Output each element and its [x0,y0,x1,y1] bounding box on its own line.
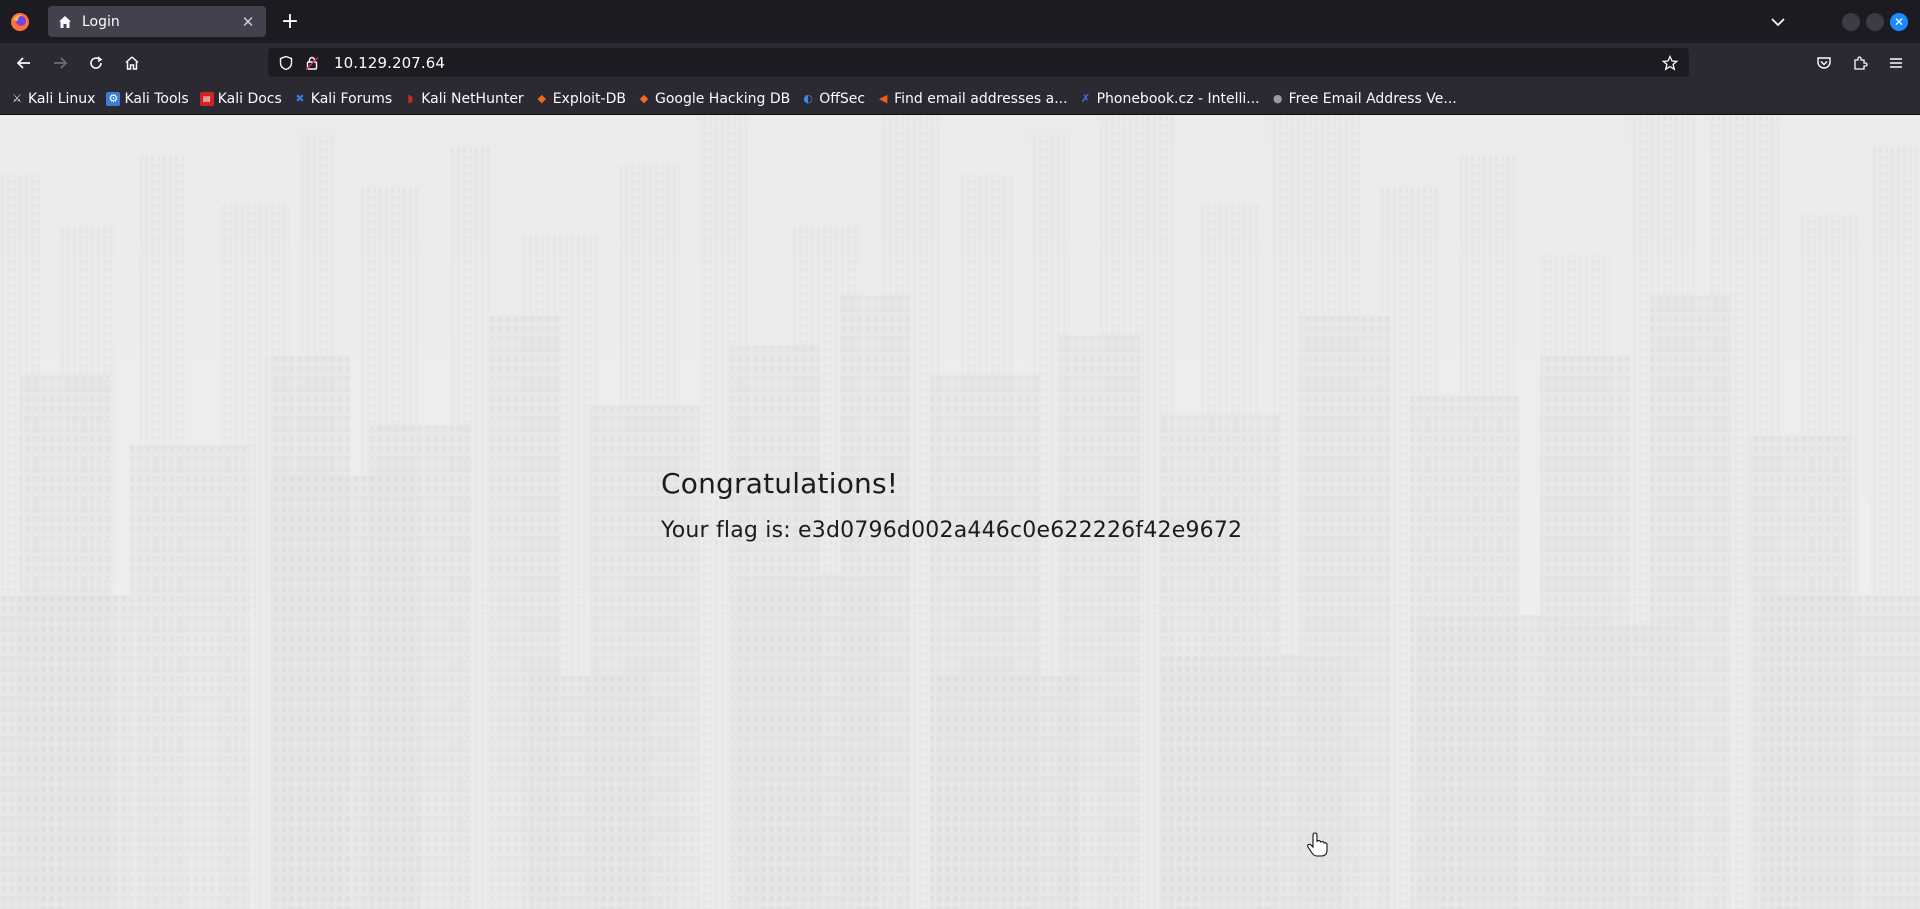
pocket-icon[interactable] [1811,50,1837,76]
navigation-toolbar: 10.129.207.64 [0,43,1920,83]
nethunter-icon: ◗ [407,92,414,105]
bookmark-find-email[interactable]: ◀ Find email addresses a... [876,90,1068,107]
tracking-shield-icon[interactable] [276,53,296,73]
minimize-window-button[interactable] [1842,13,1860,31]
bookmark-kali-forums[interactable]: ✖ Kali Forums [293,91,392,107]
bookmark-label: Find email addresses a... [894,90,1068,107]
exploit-db-icon: ◆ [537,92,546,105]
bookmark-label: Kali Tools [124,90,189,107]
url-text[interactable]: 10.129.207.64 [334,54,445,72]
bookmark-label: Google Hacking DB [654,90,791,107]
close-tab-icon[interactable]: ✕ [238,12,258,32]
kali-forums-icon: ✖ [295,92,305,105]
address-bar[interactable]: 10.129.207.64 [268,48,1689,77]
maximize-window-button[interactable] [1866,13,1884,31]
flag-label: Your flag is: [661,518,791,543]
bookmark-label: Kali Linux [28,90,96,107]
hamburger-menu-icon[interactable] [1883,50,1909,76]
tab-login[interactable]: Login ✕ [48,6,266,37]
bookmark-label: Kali Docs [217,90,282,107]
forward-arrow-icon[interactable] [47,50,73,76]
reload-icon[interactable] [83,50,109,76]
kali-docs-icon: ▤ [199,91,214,106]
hand-cursor-icon [1307,832,1328,857]
flag-value: e3d0796d002a446c0e622226f42e9672 [798,518,1243,543]
bookmark-offsec[interactable]: ◐ OffSec [801,91,865,107]
firefox-logo-icon[interactable] [8,11,32,33]
tab-title: Login [82,13,120,30]
flag-line: Your flag is: e3d0796d002a446c0e622226f4… [661,518,1242,543]
tab-list-chevron-icon[interactable] [1766,10,1790,34]
bookmark-label: Exploit-DB [552,90,626,107]
bookmark-label: Phonebook.cz - Intelli... [1096,90,1260,107]
bookmark-label: Kali NetHunter [421,90,524,107]
bookmark-kali-tools[interactable]: ⚙ Kali Tools [106,90,189,107]
phonebook-icon: ✗ [1080,92,1091,105]
bookmark-label: Free Email Address Ve... [1288,90,1457,107]
kali-tools-icon: ⚙ [106,91,121,106]
insecure-lock-icon[interactable] [302,53,322,73]
bookmark-label: OffSec [819,90,866,107]
success-message: Congratulations! Your flag is: e3d0796d0… [661,467,1242,543]
page-viewport: Congratulations! Your flag is: e3d0796d0… [0,115,1920,909]
new-tab-button[interactable]: + [278,10,302,34]
bookmark-label: Kali Forums [310,90,393,107]
page-title: Congratulations! [661,467,899,500]
bookmark-phonebook[interactable]: ✗ Phonebook.cz - Intelli... [1079,91,1260,107]
bookmarks-toolbar: ⚔ Kali Linux ⚙ Kali Tools ▤ Kali Docs ✖ … [0,83,1920,115]
email-verifier-icon: ● [1272,92,1283,105]
bookmark-exploit-db[interactable]: ◆ Exploit-DB [535,91,626,107]
offsec-icon: ◐ [803,92,813,105]
bookmark-google-hacking-db[interactable]: ◆ Google Hacking DB [637,91,790,107]
back-arrow-icon[interactable] [11,50,37,76]
bookmark-kali-nethunter[interactable]: ◗ Kali NetHunter [403,91,523,107]
home-favicon-icon [56,13,74,31]
hunter-icon: ◀ [878,92,888,105]
bookmark-star-icon[interactable] [1659,52,1681,74]
ghdb-icon: ◆ [639,92,649,105]
bookmark-email-verifier[interactable]: ● Free Email Address Ve... [1271,91,1457,107]
home-icon[interactable] [119,50,145,76]
bookmark-kali-docs[interactable]: ▤ Kali Docs [199,90,282,107]
kali-dragon-icon: ⚔ [12,92,22,105]
close-window-button[interactable]: ✕ [1890,13,1908,31]
bookmark-kali-linux[interactable]: ⚔ Kali Linux [10,91,95,107]
tab-strip: Login ✕ + ✕ [0,0,1920,43]
extensions-icon[interactable] [1847,50,1873,76]
